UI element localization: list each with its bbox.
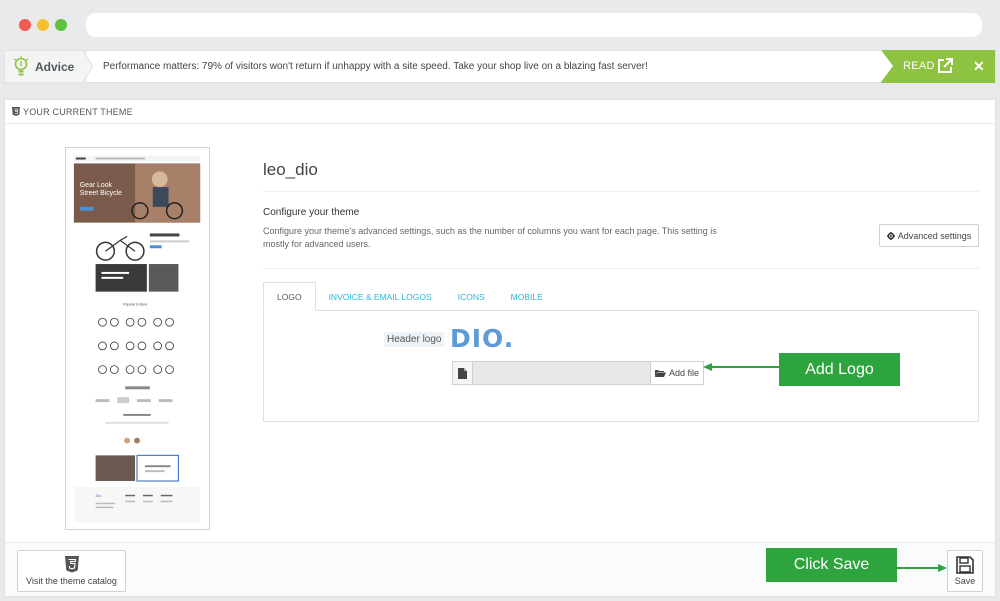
file-icon: [453, 362, 474, 384]
preview-hero-line1: Gear Look: [80, 182, 113, 189]
add-file-button[interactable]: Add file: [650, 362, 703, 384]
panel-header: YOUR CURRENT THEME: [5, 100, 995, 124]
click-save-callout: Click Save: [766, 548, 897, 582]
read-label: READ: [903, 60, 935, 72]
save-label: Save: [954, 576, 976, 586]
preview-hero-line2: Street Bicycle: [80, 190, 122, 197]
window-maximize-dot[interactable]: [55, 19, 67, 31]
click-save-arrow-icon: [897, 564, 947, 572]
preview-footer-logo: Dio: [96, 493, 103, 498]
header-logo-image: DIO.: [450, 324, 515, 353]
read-button[interactable]: READ ✕: [881, 50, 995, 83]
config-description: Configure your theme's advanced settings…: [263, 226, 717, 249]
theme-preview-image: Gear Look Street Bicycle Popular in stor…: [65, 147, 210, 530]
advanced-settings-label: Advanced settings: [897, 230, 972, 241]
logo-file-upload: Add file: [452, 361, 704, 385]
panel-title: YOUR CURRENT THEME: [23, 107, 133, 117]
add-logo-arrow-icon: [703, 363, 781, 371]
lightbulb-icon: [13, 56, 29, 76]
advice-badge: Advice: [5, 51, 87, 82]
current-theme-panel: YOUR CURRENT THEME Gear Look Street Bicy…: [4, 99, 996, 597]
close-icon[interactable]: ✕: [973, 58, 985, 74]
gear-icon: [886, 231, 895, 240]
save-icon: [956, 556, 974, 574]
advice-bar: Advice Performance matters: 79% of visit…: [4, 50, 996, 83]
add-logo-callout: Add Logo: [779, 353, 900, 386]
chevron-separator-icon: [83, 51, 94, 82]
browser-chrome: [0, 0, 1000, 50]
html5-icon: [12, 107, 20, 116]
html5-icon: [64, 556, 79, 573]
window-close-dot[interactable]: [19, 19, 31, 31]
save-button[interactable]: Save: [947, 550, 983, 592]
divider: [263, 191, 979, 192]
tab-icons[interactable]: ICONS: [445, 282, 498, 311]
logo-tabs: LOGO INVOICE & EMAIL LOGOS ICONS MOBILE: [263, 282, 556, 311]
theme-name: leo_dio: [263, 160, 318, 179]
window-minimize-dot[interactable]: [37, 19, 49, 31]
config-title: Configure your theme: [263, 207, 360, 218]
tab-mobile[interactable]: MOBILE: [498, 282, 556, 311]
preview-section-title: Popular in store: [123, 302, 147, 306]
address-bar[interactable]: [86, 13, 982, 37]
divider: [263, 268, 979, 269]
catalog-label: Visit the theme catalog: [26, 576, 117, 586]
tab-invoice-email-logos[interactable]: INVOICE & EMAIL LOGOS: [316, 282, 445, 311]
advice-text: Performance matters: 79% of visitors won…: [103, 61, 648, 72]
tab-logo[interactable]: LOGO: [263, 282, 316, 311]
folder-open-icon: [655, 370, 667, 377]
advanced-settings-button[interactable]: Advanced settings: [879, 224, 979, 247]
advice-label: Advice: [35, 60, 75, 74]
add-file-label: Add file: [669, 368, 700, 378]
header-logo-label: Header logo: [384, 332, 445, 347]
logo-file-input[interactable]: [473, 362, 651, 384]
visit-theme-catalog-button[interactable]: Visit the theme catalog: [17, 550, 126, 592]
external-link-icon: [938, 58, 953, 73]
